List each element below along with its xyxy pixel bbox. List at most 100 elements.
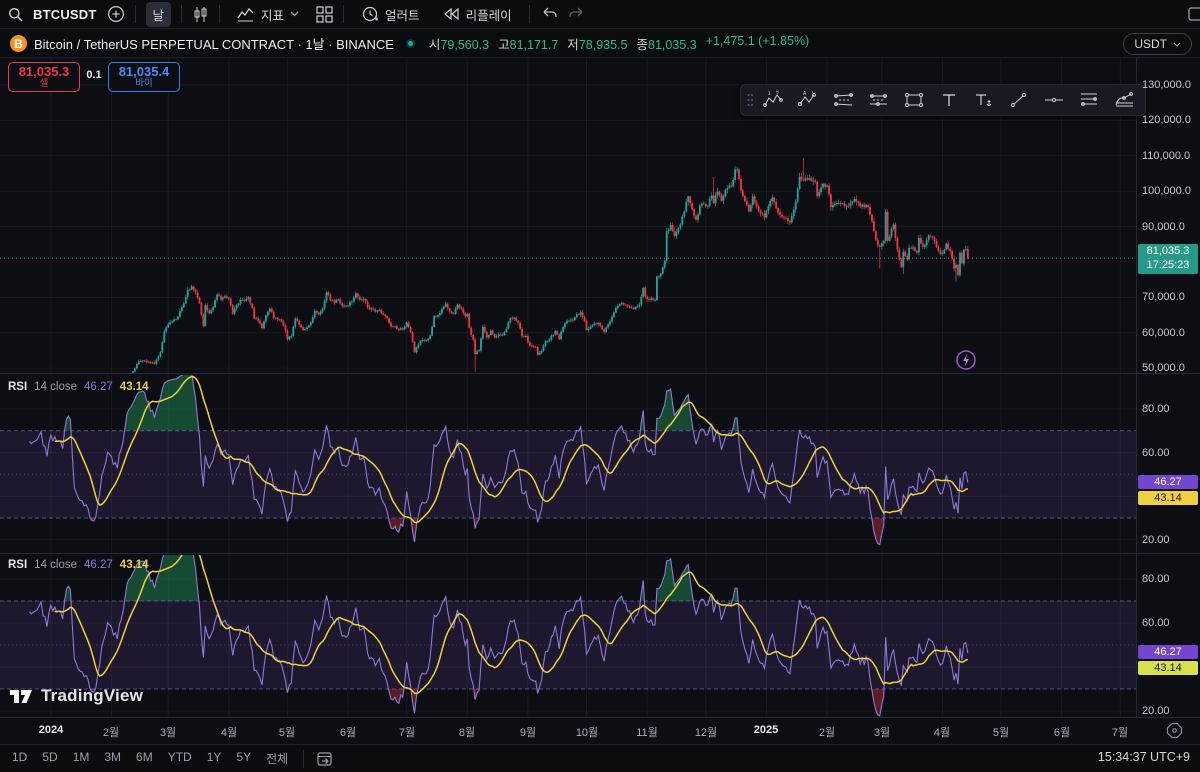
range-buttons: 1D 5D 1M 3M 6M YTD 1Y 5Y 전체 bbox=[12, 750, 303, 767]
svg-text:C: C bbox=[812, 91, 816, 96]
range-button-1Y[interactable]: 1Y bbox=[207, 750, 222, 767]
price-axis-label: 70,000.0 bbox=[1142, 291, 1200, 303]
open-value: 79,560.3 bbox=[440, 38, 489, 52]
tradingview-watermark[interactable]: TradingView bbox=[10, 686, 143, 706]
pane-separator[interactable] bbox=[0, 373, 1200, 374]
chevron-down-icon bbox=[1173, 42, 1181, 47]
trend-line-icon[interactable] bbox=[1002, 87, 1035, 113]
interval-button[interactable]: 날 bbox=[146, 2, 172, 27]
time-axis-label: 6월 bbox=[1040, 724, 1084, 740]
buy-button[interactable]: 81,035.4 바이 bbox=[108, 62, 180, 92]
indicator-name: RSI bbox=[8, 381, 27, 393]
layout-grid-icon[interactable] bbox=[316, 6, 333, 23]
rsi-value: 46.27 bbox=[84, 381, 113, 393]
indicators-button[interactable]: 지표 bbox=[230, 2, 306, 27]
rsi1-legend[interactable]: RSI 14 close 46.27 43.14 bbox=[8, 381, 149, 393]
price-axis-label: 120,000.0 bbox=[1142, 114, 1200, 126]
time-axis[interactable]: 20242월3월4월5월6월7월8월9월10월11월12월20252월3월4월5… bbox=[0, 717, 1200, 744]
open-label: 시 bbox=[429, 38, 441, 52]
time-axis-label: 3월 bbox=[860, 724, 904, 740]
alert-button[interactable]: 얼러트 bbox=[354, 2, 427, 27]
rsi-axis-label: 20.00 bbox=[1142, 705, 1200, 717]
price-axis-label: 110,000.0 bbox=[1142, 150, 1200, 162]
redo-icon[interactable] bbox=[568, 7, 586, 21]
indicator-params: 14 close bbox=[34, 381, 77, 393]
price-axis-label: 100,000.0 bbox=[1142, 185, 1200, 197]
parallel-channel-icon[interactable] bbox=[862, 87, 895, 113]
time-axis-label: 4월 bbox=[207, 724, 251, 740]
clock-timezone[interactable]: 15:34:37 UTC+9 bbox=[1098, 750, 1190, 764]
rectangle-icon[interactable] bbox=[897, 87, 930, 113]
clipped-toolbar-icon[interactable] bbox=[1188, 6, 1200, 22]
fib-retracement-icon[interactable] bbox=[1072, 87, 1105, 113]
compare-add-icon[interactable] bbox=[107, 5, 125, 23]
range-button-1M[interactable]: 1M bbox=[73, 750, 90, 767]
chevron-down-icon bbox=[290, 11, 299, 17]
bottom-toolbar: 1D 5D 1M 3M 6M YTD 1Y 5Y 전체 bbox=[0, 744, 1200, 772]
change-value: +1,475.1 (+1.85%) bbox=[706, 34, 810, 53]
replay-button[interactable]: 리플레이 bbox=[437, 2, 519, 27]
spread-value: 0.1 bbox=[80, 69, 108, 81]
rsi-pane-2[interactable] bbox=[0, 555, 1136, 717]
last-price-badge: 81,035.317:25:23 bbox=[1138, 244, 1198, 274]
market-status-dot[interactable] bbox=[406, 39, 415, 48]
time-axis-label: 4월 bbox=[920, 724, 964, 740]
toolbar-separator bbox=[219, 5, 220, 23]
top-toolbar: BTCUSDT 날 지표 얼러트 리플레이 bbox=[0, 0, 1200, 29]
undo-icon[interactable] bbox=[540, 7, 558, 21]
range-button-YTD[interactable]: YTD bbox=[168, 750, 192, 767]
alert-label: 얼러트 bbox=[385, 5, 420, 24]
rsi2-legend[interactable]: RSI 14 close 46.27 43.14 bbox=[8, 559, 149, 571]
svg-text:A: A bbox=[803, 91, 807, 97]
time-axis-label: 8월 bbox=[445, 724, 489, 740]
range-button-5Y[interactable]: 5Y bbox=[236, 750, 251, 767]
time-axis-settings-icon[interactable] bbox=[1166, 722, 1183, 739]
price-axis-label: 130,000.0 bbox=[1142, 79, 1200, 91]
bitcoin-icon: B bbox=[10, 35, 27, 52]
quick-trade-lightning-icon[interactable] bbox=[955, 349, 977, 371]
time-axis-label: 5월 bbox=[979, 724, 1023, 740]
rsi-axis-label: 60.00 bbox=[1142, 617, 1200, 629]
rsi-value: 46.27 bbox=[84, 559, 113, 571]
indicator-params: 14 close bbox=[34, 559, 77, 571]
buy-label: 바이 bbox=[135, 79, 152, 89]
high-value: 81,171.7 bbox=[510, 38, 559, 52]
rsi-ma-badge: 43.14 bbox=[1138, 661, 1198, 675]
time-axis-label: 7월 bbox=[385, 724, 429, 740]
text-icon[interactable] bbox=[932, 87, 965, 113]
anchored-text-icon[interactable] bbox=[967, 87, 1000, 113]
low-label: 저 bbox=[567, 38, 579, 52]
toolbar-separator bbox=[303, 750, 304, 768]
rsi-ma-value: 43.14 bbox=[120, 559, 149, 571]
price-axis-label: 90,000.0 bbox=[1142, 221, 1200, 233]
polyline-icon[interactable] bbox=[1107, 87, 1140, 113]
elliott-impulse-icon[interactable]: 15 bbox=[757, 87, 790, 113]
time-axis-label: 2025 bbox=[744, 724, 788, 736]
drawing-toolbar: 15 AC bbox=[740, 84, 1146, 116]
range-button-1D[interactable]: 1D bbox=[12, 750, 27, 767]
time-axis-label: 5월 bbox=[265, 724, 309, 740]
symbol-title[interactable]: Bitcoin / TetherUS PERPETUAL CONTRACT · … bbox=[34, 34, 394, 53]
chart-style-icon[interactable] bbox=[192, 6, 209, 23]
time-axis-label: 9월 bbox=[506, 724, 550, 740]
currency-label: USDT bbox=[1134, 37, 1167, 51]
range-button-5D[interactable]: 5D bbox=[42, 750, 57, 767]
sell-button[interactable]: 81,035.3 셀 bbox=[8, 62, 80, 92]
pane-separator[interactable] bbox=[0, 553, 1200, 554]
elliott-correction-icon[interactable]: AC bbox=[792, 87, 825, 113]
search-icon[interactable] bbox=[8, 7, 23, 22]
disjoint-channel-icon[interactable] bbox=[827, 87, 860, 113]
symbol-search-button[interactable]: BTCUSDT bbox=[33, 7, 97, 22]
currency-dropdown[interactable]: USDT bbox=[1123, 33, 1192, 55]
go-to-date-icon[interactable] bbox=[316, 751, 334, 767]
range-button-6M[interactable]: 6M bbox=[136, 750, 153, 767]
range-button-전체[interactable]: 전체 bbox=[266, 750, 288, 767]
rsi-pane-1[interactable] bbox=[0, 375, 1136, 553]
drag-handle[interactable] bbox=[745, 87, 755, 113]
range-button-3M[interactable]: 3M bbox=[104, 750, 121, 767]
toolbar-separator bbox=[343, 5, 344, 23]
toolbar-separator bbox=[529, 5, 530, 23]
horizontal-line-icon[interactable] bbox=[1037, 87, 1070, 113]
time-axis-label: 6월 bbox=[326, 724, 370, 740]
low-value: 78,935.5 bbox=[579, 38, 628, 52]
